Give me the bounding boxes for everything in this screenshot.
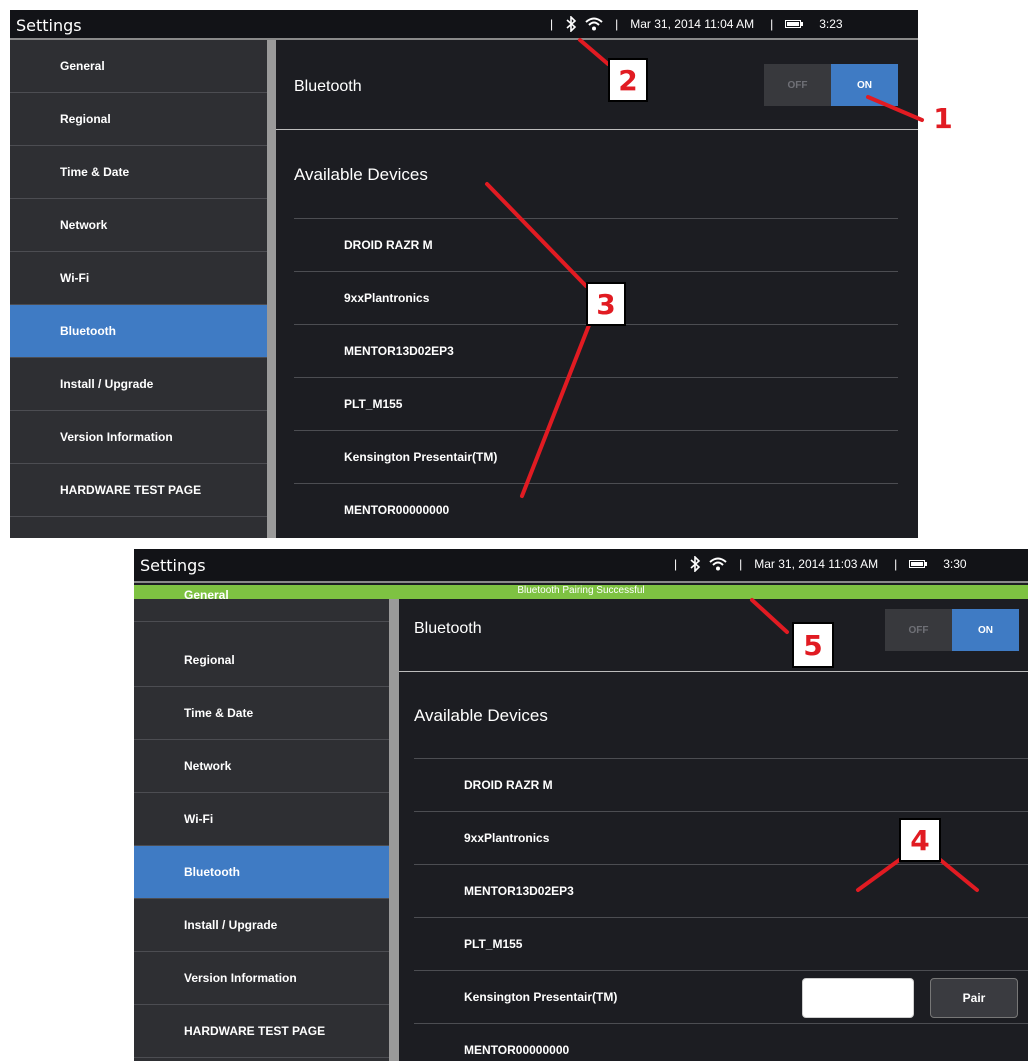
callout-5: 5 (792, 622, 834, 668)
callout-3: 3 (586, 282, 626, 326)
callout-4: 4 (899, 818, 941, 862)
callout-2: 2 (608, 58, 648, 102)
callout-1: 1 (933, 101, 953, 135)
callout-lines (485, 38, 979, 892)
